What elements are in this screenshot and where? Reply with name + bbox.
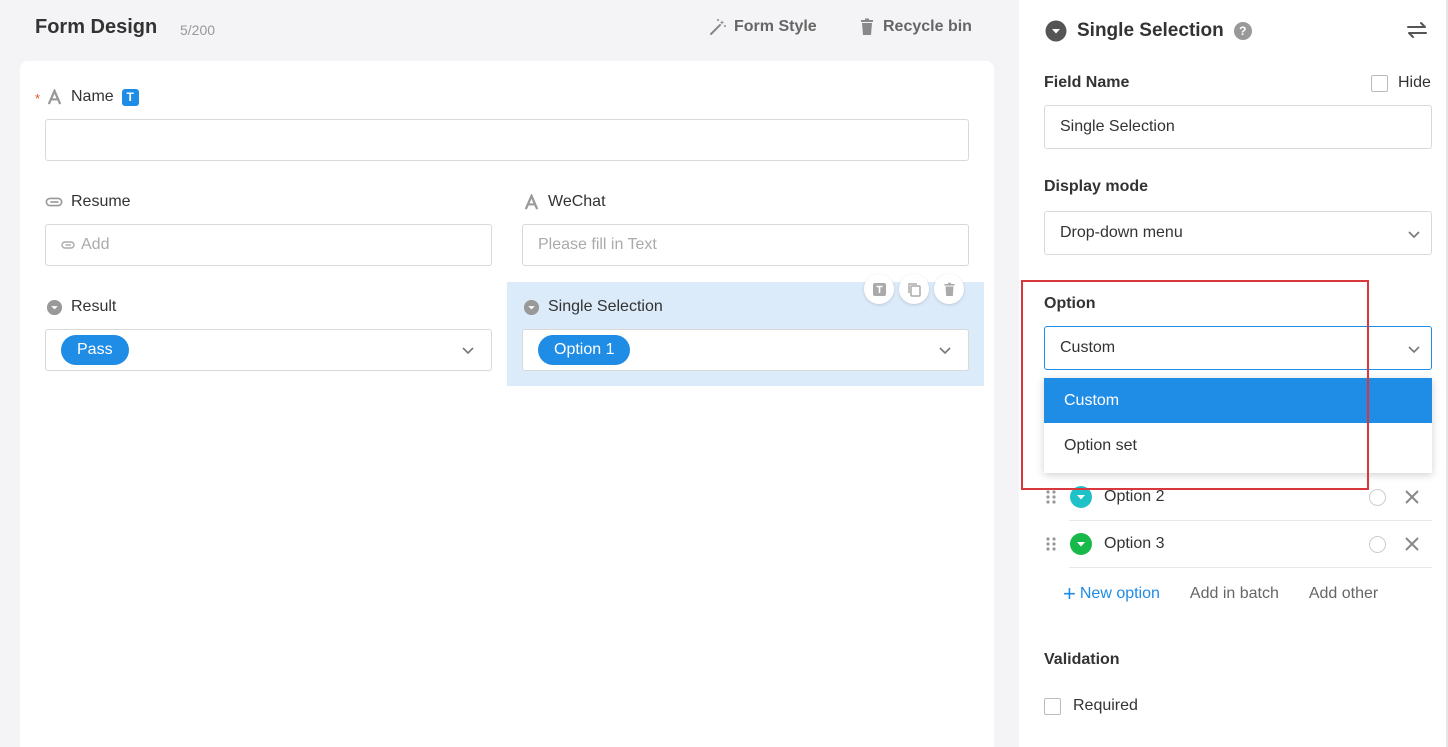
menu-item-custom[interactable]: Custom (1044, 378, 1432, 423)
recycle-bin-label: Recycle bin (883, 18, 972, 35)
selected-option-chip: Option 1 (538, 335, 631, 365)
option-row[interactable]: Option 3 (1044, 521, 1432, 567)
chevron-down-icon (1408, 346, 1420, 354)
form-style-button[interactable]: Form Style (709, 18, 817, 36)
field-name-input[interactable]: Single Selection (1044, 105, 1432, 149)
magic-wand-icon (710, 19, 726, 35)
drag-handle-icon[interactable] (1044, 488, 1058, 506)
single-selection-field-label: Single Selection (522, 297, 969, 317)
top-bar: Form Design 5/200 Form Style Recycle bin (0, 0, 1019, 60)
resume-attach-input[interactable]: Add (45, 224, 492, 266)
form-design-area: Form Design 5/200 Form Style Recycle bin… (0, 0, 1019, 747)
text-type-icon (522, 193, 540, 211)
chevron-down-icon (1408, 231, 1420, 239)
single-selection-field[interactable]: Single Selection Option 1 (522, 297, 969, 372)
field-name-label: Field Name (1044, 74, 1130, 91)
name-field[interactable]: * Name T (35, 87, 969, 162)
display-mode-select[interactable]: Drop-down menu (1044, 211, 1432, 255)
selected-option-chip: Pass (61, 335, 129, 365)
trash-icon (861, 18, 873, 35)
drag-handle-icon[interactable] (1044, 535, 1058, 553)
result-field[interactable]: Result Pass (45, 297, 492, 372)
hide-checkbox[interactable] (1371, 74, 1388, 92)
chevron-down-icon (462, 347, 474, 355)
name-field-label: Name T (45, 87, 969, 107)
required-checkbox[interactable] (1044, 697, 1061, 715)
option-actions: + New option Add in batch Add other (1063, 581, 1378, 606)
dropdown-type-icon (522, 298, 540, 316)
wechat-field[interactable]: WeChat Please fill in Text (522, 192, 969, 267)
default-option-radio[interactable] (1369, 535, 1386, 553)
paperclip-icon (45, 193, 63, 211)
close-icon[interactable] (1404, 536, 1420, 552)
resume-field[interactable]: Resume Add (45, 192, 492, 267)
option-color-icon[interactable] (1070, 533, 1092, 555)
close-icon[interactable] (1404, 489, 1420, 505)
field-count: 5/200 (180, 22, 216, 38)
swap-icon[interactable] (1405, 20, 1429, 40)
wechat-input[interactable]: Please fill in Text (522, 224, 969, 266)
dropdown-type-icon (45, 298, 63, 316)
option-label: Option (1044, 295, 1096, 312)
text-type-icon (45, 88, 63, 106)
attachment-icon (61, 241, 75, 249)
text-badge-icon: T (121, 88, 139, 106)
hide-toggle[interactable]: Hide (1371, 74, 1431, 92)
single-selection-select[interactable]: Option 1 (522, 329, 969, 371)
resume-field-label: Resume (45, 192, 492, 212)
option-color-icon[interactable] (1070, 486, 1092, 508)
form-style-label: Form Style (734, 18, 817, 35)
add-in-batch-button[interactable]: Add in batch (1190, 585, 1279, 603)
panel-title: Single Selection ? (1045, 20, 1252, 42)
display-mode-label: Display mode (1044, 178, 1149, 195)
dropdown-type-icon (1045, 20, 1067, 42)
page-title: Form Design (35, 16, 158, 38)
form-canvas (20, 61, 994, 747)
add-other-button[interactable]: Add other (1309, 585, 1378, 603)
menu-item-option-set[interactable]: Option set (1044, 423, 1432, 468)
field-settings-panel: Single Selection ? Field Name Hide Singl… (1019, 0, 1448, 747)
result-select[interactable]: Pass (45, 329, 492, 371)
option-source-dropdown-menu: Custom Option set (1044, 378, 1432, 473)
required-asterisk: * (35, 91, 41, 106)
option-label[interactable]: Option 2 (1104, 488, 1369, 506)
wechat-field-label: WeChat (522, 192, 969, 212)
trash-icon (944, 282, 954, 296)
chevron-down-icon (939, 347, 951, 355)
recycle-bin-button[interactable]: Recycle bin (858, 18, 972, 36)
option-row[interactable]: Option 2 (1044, 474, 1432, 520)
title-icon (872, 282, 886, 296)
validation-label: Validation (1044, 651, 1120, 668)
required-toggle[interactable]: Required (1044, 697, 1138, 715)
name-input[interactable] (45, 119, 969, 161)
copy-icon (907, 282, 921, 297)
new-option-button[interactable]: + New option (1063, 581, 1160, 606)
default-option-radio[interactable] (1369, 488, 1386, 506)
help-icon[interactable]: ? (1233, 22, 1252, 40)
result-field-label: Result (45, 297, 492, 317)
divider (1069, 567, 1432, 568)
option-label[interactable]: Option 3 (1104, 535, 1369, 553)
plus-icon: + (1063, 581, 1076, 606)
option-source-select[interactable]: Custom (1044, 326, 1432, 370)
